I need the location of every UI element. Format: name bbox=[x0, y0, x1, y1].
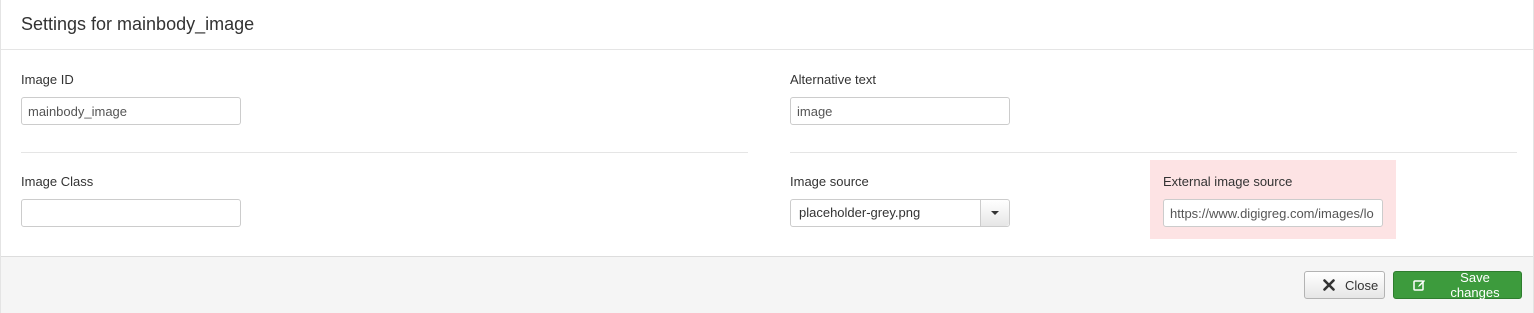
settings-modal: Settings for mainbody_image Image ID Alt… bbox=[0, 0, 1534, 313]
image-source-selected: placeholder-grey.png bbox=[799, 205, 921, 220]
close-button-label: Close bbox=[1345, 277, 1379, 293]
image-source-dropdown-toggle[interactable] bbox=[980, 200, 1009, 226]
external-source-label: External image source bbox=[1163, 174, 1293, 189]
image-class-input[interactable] bbox=[21, 199, 241, 227]
image-id-input[interactable] bbox=[21, 97, 241, 125]
modal-title: Settings for mainbody_image bbox=[21, 14, 255, 34]
alt-text-label: Alternative text bbox=[790, 72, 876, 87]
image-source-select[interactable]: placeholder-grey.png bbox=[790, 199, 1010, 227]
x-icon bbox=[1323, 279, 1335, 291]
edit-icon bbox=[1413, 279, 1426, 292]
external-source-input[interactable] bbox=[1163, 199, 1383, 227]
modal-header: Settings for mainbody_image bbox=[1, 0, 1533, 50]
row-divider-left bbox=[21, 152, 748, 153]
alt-text-input[interactable] bbox=[790, 97, 1010, 125]
image-id-label: Image ID bbox=[21, 72, 74, 87]
image-class-label: Image Class bbox=[21, 174, 94, 189]
row-divider-right bbox=[790, 152, 1517, 153]
close-button[interactable]: Close bbox=[1304, 271, 1385, 299]
save-changes-button[interactable]: Save changes bbox=[1393, 270, 1522, 300]
image-source-label: Image source bbox=[790, 174, 869, 189]
modal-footer: Close Save changes bbox=[1, 256, 1533, 313]
caret-down-icon bbox=[991, 211, 999, 215]
save-button-label: Save changes bbox=[1450, 270, 1500, 300]
